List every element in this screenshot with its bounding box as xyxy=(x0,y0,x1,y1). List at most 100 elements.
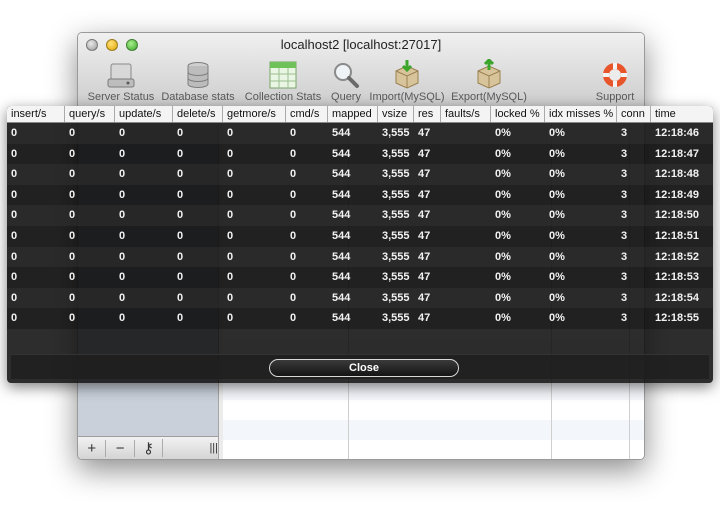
cell-vsize: 3,555 xyxy=(382,188,410,201)
cell-faults xyxy=(441,185,445,206)
toolbar-database-stats-button[interactable]: Database stats xyxy=(158,59,238,103)
cell-locked: 0% xyxy=(495,127,511,139)
cell-res: 47 xyxy=(418,312,431,325)
cell-insert: 0 xyxy=(11,250,18,263)
toolbar-item-label: Server Status xyxy=(87,91,155,103)
column-header-idx-misses[interactable]: idx misses % xyxy=(545,106,617,122)
toolbar-item-label: Query xyxy=(331,91,361,103)
resize-handle[interactable]: ||| xyxy=(163,442,218,454)
cell-getmore: 0 xyxy=(227,209,234,222)
toolbar-support-button[interactable]: Support xyxy=(590,59,640,103)
stats-row: 0 0 0 0 0 0 544 3,555 47 0% 0% 3 12:18:46 xyxy=(7,123,713,144)
cell-locked: 0% xyxy=(495,271,511,284)
cell-idx-misses: 0% xyxy=(549,209,565,222)
toolbar: Server Status Database stats Collection … xyxy=(78,59,644,111)
cell-mapped: 544 xyxy=(332,250,351,263)
cell-idx-misses: 0% xyxy=(549,168,565,181)
window-title: localhost2 [localhost:27017] xyxy=(280,37,442,52)
key-icon[interactable]: ⚷ xyxy=(135,439,164,457)
stats-row: 0 0 0 0 0 0 544 3,555 47 0% 0% 3 12:18:53 xyxy=(7,267,713,288)
cell-res: 47 xyxy=(418,168,431,181)
cell-query: 0 xyxy=(69,168,76,181)
cell-res: 47 xyxy=(418,271,431,284)
toolbar-item-label: Support xyxy=(595,91,635,103)
toolbar-item-label: Import(MySQL) xyxy=(369,91,445,103)
cell-faults xyxy=(441,267,445,288)
column-header-conn[interactable]: conn xyxy=(617,106,651,122)
cell-conn: 3 xyxy=(621,312,628,325)
column-header-insert[interactable]: insert/s xyxy=(7,106,65,122)
cell-mapped: 544 xyxy=(332,147,351,160)
cell-res: 47 xyxy=(418,188,431,201)
cell-insert: 0 xyxy=(11,209,18,222)
cell-cmd: 0 xyxy=(290,127,297,139)
column-header-query[interactable]: query/s xyxy=(65,106,115,122)
cell-delete: 0 xyxy=(177,312,184,325)
query-magnifier-icon xyxy=(328,59,364,89)
column-header-update[interactable]: update/s xyxy=(115,106,173,122)
stats-row: 0 0 0 0 0 0 544 3,555 47 0% 0% 3 12:18:47 xyxy=(7,143,713,165)
cell-update: 0 xyxy=(119,250,126,263)
column-header-vsize[interactable]: vsize xyxy=(378,106,414,122)
toolbar-export-mysql-button[interactable]: Export(MySQL) xyxy=(450,59,528,103)
cell-cmd: 0 xyxy=(290,209,297,222)
column-header-locked[interactable]: locked % xyxy=(491,106,545,122)
cell-idx-misses: 0% xyxy=(549,250,565,263)
cell-time: 12:18:48 xyxy=(655,168,700,181)
cell-locked: 0% xyxy=(495,229,511,242)
column-header-getmore[interactable]: getmore/s xyxy=(223,106,286,122)
database-stats-icon xyxy=(158,59,238,89)
toolbar-query-button[interactable]: Query xyxy=(328,59,364,103)
cell-query: 0 xyxy=(69,291,76,304)
cell-insert: 0 xyxy=(11,188,18,201)
cell-faults xyxy=(441,164,445,185)
cell-cmd: 0 xyxy=(290,147,297,160)
cell-res: 47 xyxy=(418,291,431,304)
toolbar-import-mysql-button[interactable]: Import(MySQL) xyxy=(368,59,446,103)
cell-vsize: 3,555 xyxy=(382,147,410,160)
column-header-cmd[interactable]: cmd/s xyxy=(286,106,328,122)
cell-getmore: 0 xyxy=(227,147,234,160)
cell-faults xyxy=(441,247,445,268)
export-box-icon xyxy=(450,59,528,89)
cell-idx-misses: 0% xyxy=(549,291,565,304)
server-status-icon xyxy=(84,59,158,89)
add-button[interactable]: + xyxy=(78,439,107,457)
cell-idx-misses: 0% xyxy=(549,312,565,325)
cell-delete: 0 xyxy=(177,209,184,222)
lifebuoy-icon xyxy=(590,59,640,89)
cell-conn: 3 xyxy=(621,271,628,284)
toolbar-server-status-button[interactable]: Server Status xyxy=(84,59,158,103)
cell-faults xyxy=(441,123,445,144)
cell-delete: 0 xyxy=(177,168,184,181)
cell-locked: 0% xyxy=(495,209,511,222)
cell-locked: 0% xyxy=(495,312,511,325)
column-header-time[interactable]: time xyxy=(651,106,713,122)
remove-button[interactable]: − xyxy=(106,439,135,457)
cell-update: 0 xyxy=(119,147,126,160)
toolbar-collection-stats-button[interactable]: Collection Stats xyxy=(240,59,326,103)
cell-vsize: 3,555 xyxy=(382,271,410,284)
cell-update: 0 xyxy=(119,168,126,181)
column-header-res[interactable]: res xyxy=(414,106,441,122)
close-button[interactable]: Close xyxy=(269,359,459,377)
cell-query: 0 xyxy=(69,209,76,222)
cell-getmore: 0 xyxy=(227,312,234,325)
column-header-mapped[interactable]: mapped xyxy=(328,106,378,122)
cell-time: 12:18:50 xyxy=(655,209,700,222)
cell-insert: 0 xyxy=(11,147,18,160)
cell-idx-misses: 0% xyxy=(549,147,565,160)
cell-idx-misses: 0% xyxy=(549,229,565,242)
column-header-delete[interactable]: delete/s xyxy=(173,106,223,122)
cell-insert: 0 xyxy=(11,312,18,325)
cell-conn: 3 xyxy=(621,291,628,304)
stats-row: 0 0 0 0 0 0 544 3,555 47 0% 0% 3 12:18:54 xyxy=(7,287,713,309)
cell-conn: 3 xyxy=(621,188,628,201)
sidebar-bottom-bar: + − ⚷ ||| xyxy=(78,436,218,459)
toolbar-item-label: Collection Stats xyxy=(244,91,322,103)
column-header-faults[interactable]: faults/s xyxy=(441,106,491,122)
cell-idx-misses: 0% xyxy=(549,127,565,139)
cell-delete: 0 xyxy=(177,188,184,201)
cell-delete: 0 xyxy=(177,229,184,242)
cell-mapped: 544 xyxy=(332,229,351,242)
